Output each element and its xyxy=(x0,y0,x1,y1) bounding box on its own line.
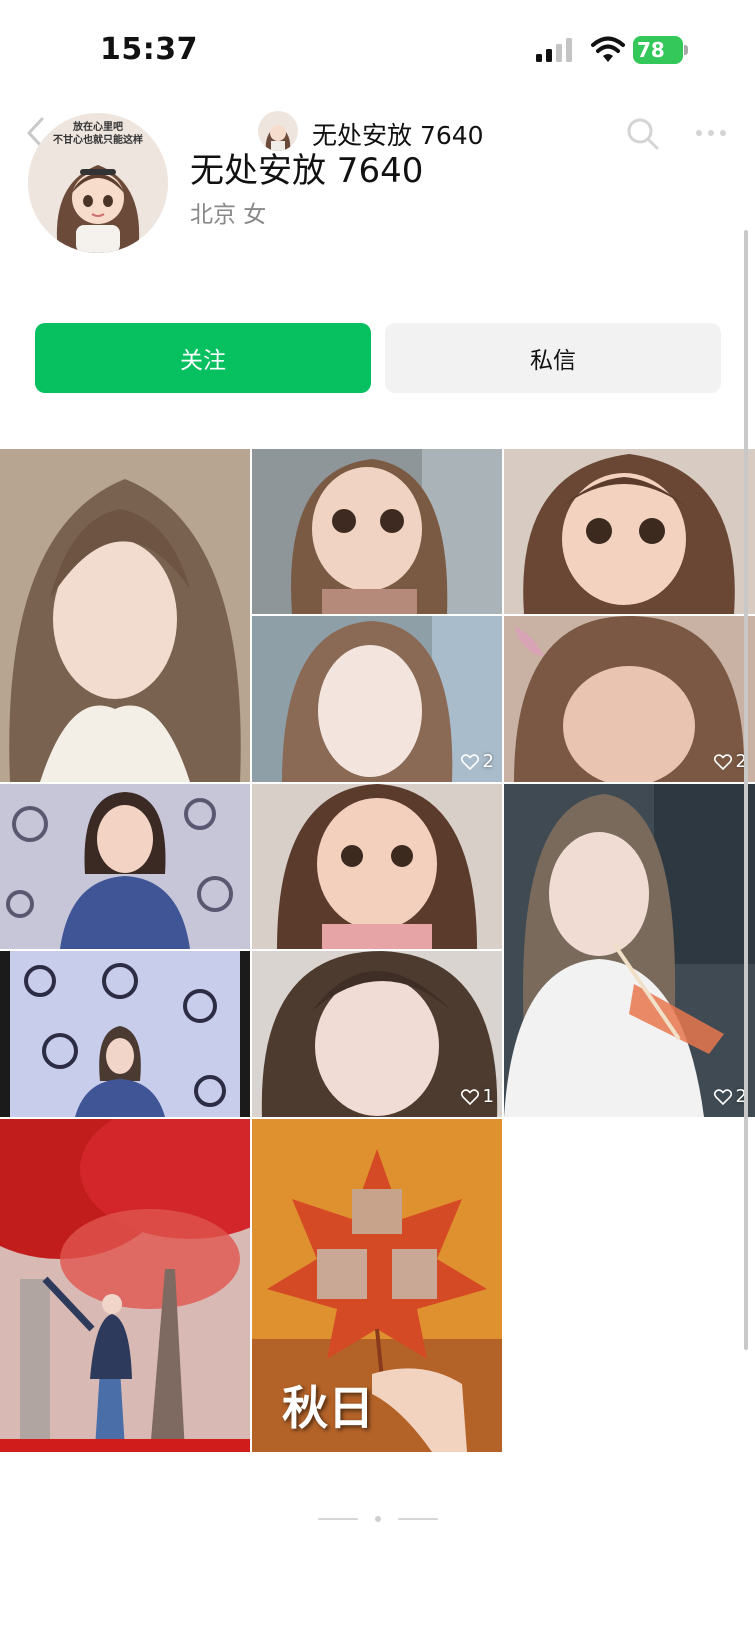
profile-avatar[interactable]: 放在心里吧 不甘心也就只能这样 xyxy=(28,113,168,253)
like-count-text: 1 xyxy=(482,1086,494,1107)
photo-tile[interactable] xyxy=(0,1119,250,1452)
photo-tile[interactable]: 秋日 xyxy=(252,1119,502,1452)
like-count: 1 xyxy=(460,1086,494,1107)
heart-icon xyxy=(460,1088,479,1105)
like-count-text: 2 xyxy=(482,751,494,772)
avatar-caption-1: 放在心里吧 xyxy=(73,122,123,133)
photo-tile[interactable]: 1 xyxy=(252,951,502,1117)
battery-icon: 78 xyxy=(633,36,689,64)
page-indicator xyxy=(318,1516,438,1522)
avatar-caption-2: 不甘心也就只能这样 xyxy=(53,135,143,146)
profile-meta: 北京 女 xyxy=(190,202,267,228)
like-count: 2 xyxy=(460,751,494,772)
like-count: 2 xyxy=(713,1086,747,1107)
photo-tile[interactable] xyxy=(0,951,250,1117)
heart-icon xyxy=(460,753,479,770)
photo-tile[interactable] xyxy=(0,449,250,782)
status-bar: 15:37 78 xyxy=(0,0,755,100)
profile-name: 无处安放 7640 xyxy=(190,151,424,191)
photo-tile[interactable] xyxy=(504,449,755,614)
follow-button[interactable]: 关注 xyxy=(35,323,371,393)
like-count: 2 xyxy=(713,751,747,772)
photo-tile[interactable] xyxy=(0,784,250,949)
status-time: 15:37 xyxy=(100,32,198,67)
search-icon[interactable] xyxy=(626,117,660,151)
photo-tile[interactable] xyxy=(252,449,502,614)
message-button[interactable]: 私信 xyxy=(385,323,721,393)
heart-icon xyxy=(713,1088,732,1105)
more-icon[interactable] xyxy=(694,124,728,142)
photo-tile[interactable]: 2 xyxy=(504,616,755,782)
battery-level: 78 xyxy=(637,38,665,62)
photo-tile[interactable]: 2 xyxy=(504,784,755,1117)
signal-icon xyxy=(536,38,572,62)
photo-grid: 2 2 2 1 秋日 xyxy=(0,449,755,1453)
tile-caption: 秋日 xyxy=(282,1381,374,1435)
photo-tile[interactable] xyxy=(252,784,502,949)
heart-icon xyxy=(713,753,732,770)
wifi-icon xyxy=(591,36,625,62)
scrollbar[interactable] xyxy=(744,230,748,1350)
photo-tile[interactable]: 2 xyxy=(252,616,502,782)
